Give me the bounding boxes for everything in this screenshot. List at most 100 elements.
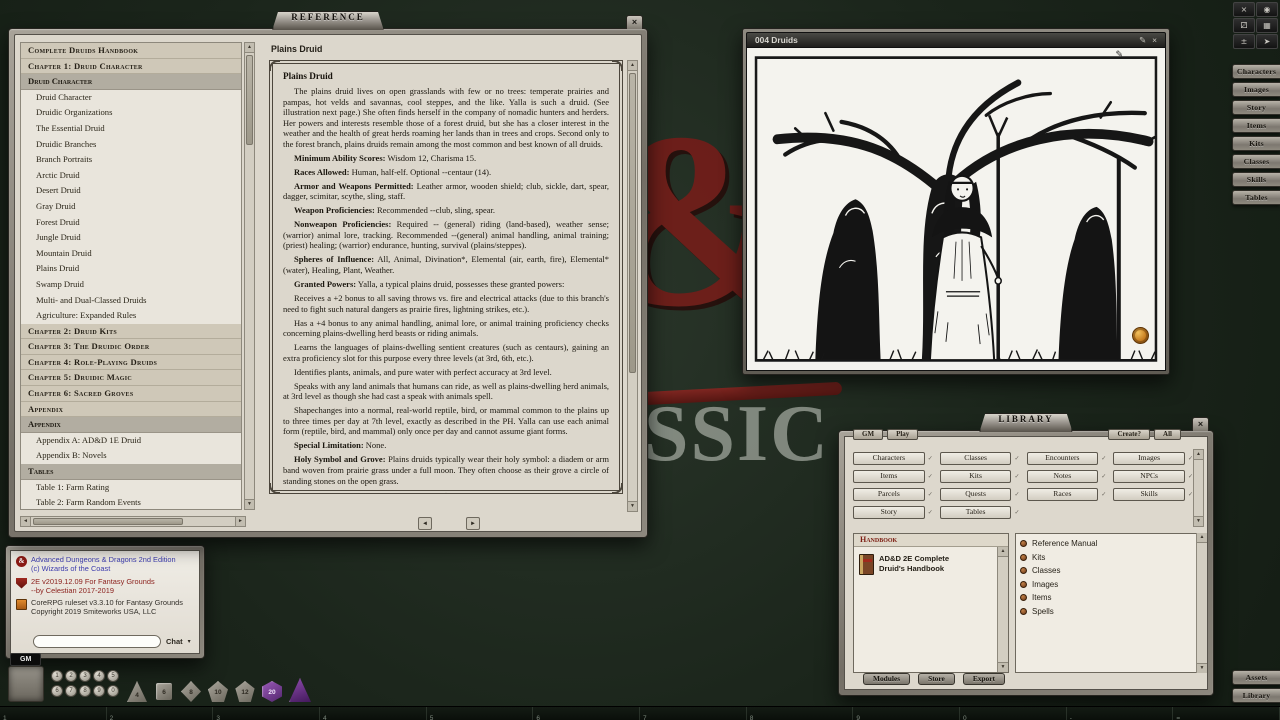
- record-type-button[interactable]: Races: [1027, 488, 1099, 501]
- hotkey-slot[interactable]: 4: [320, 707, 427, 720]
- scroll-up-icon[interactable]: ▲: [1197, 533, 1207, 543]
- nav-horizontal-scrollbar[interactable]: ◄ ►: [20, 516, 246, 527]
- token-coin[interactable]: 7: [65, 685, 77, 697]
- reference-nav-row[interactable]: Appendix B: Novels: [21, 448, 241, 464]
- scroll-up-icon[interactable]: ▲: [245, 43, 254, 53]
- library-chip-button[interactable]: Play: [887, 429, 918, 440]
- pin-icon[interactable]: ✓: [1014, 455, 1019, 462]
- sidebar-tab[interactable]: Tables: [1232, 190, 1280, 205]
- d20-die[interactable]: 20: [262, 681, 282, 702]
- pin-icon[interactable]: ✓: [1014, 509, 1019, 516]
- record-type-button[interactable]: Notes: [1027, 470, 1099, 483]
- scroll-down-icon[interactable]: ▼: [628, 501, 637, 511]
- module-list-scrollbar[interactable]: ▲ ▼: [997, 547, 1008, 672]
- reference-nav-row[interactable]: Chapter 2: Druid Kits: [21, 324, 241, 340]
- chat-mode-label[interactable]: Chat: [166, 637, 183, 646]
- characters-icon[interactable]: ◉: [1256, 2, 1278, 17]
- pin-icon[interactable]: ✓: [1101, 473, 1106, 480]
- reference-nav-row[interactable]: Chapter 5: Druidic Magic: [21, 370, 241, 386]
- scroll-down-icon[interactable]: ▼: [1197, 663, 1207, 673]
- dice-icon[interactable]: ⚂: [1233, 18, 1255, 33]
- pin-icon[interactable]: ✓: [1101, 491, 1106, 498]
- module-category-header[interactable]: Handbook: [854, 534, 1008, 547]
- module-entry[interactable]: AD&D 2E Complete Druid's Handbook: [854, 547, 1008, 582]
- token-coin[interactable]: 2: [65, 670, 77, 682]
- pin-icon[interactable]: ✓: [928, 455, 933, 462]
- scroll-down-icon[interactable]: ▼: [998, 662, 1008, 672]
- reference-nav-row[interactable]: Mountain Druid: [21, 246, 241, 262]
- hotkey-slot[interactable]: 0: [960, 707, 1067, 720]
- reference-nav-row[interactable]: Plains Druid: [21, 261, 241, 277]
- scroll-down-icon[interactable]: ▼: [245, 499, 254, 509]
- record-type-button[interactable]: Kits: [940, 470, 1012, 483]
- reference-nav-row[interactable]: Chapter 4: Role-Playing Druids: [21, 355, 241, 371]
- record-type-button[interactable]: Items: [853, 470, 925, 483]
- next-page-button[interactable]: ►: [466, 517, 480, 530]
- d10-die[interactable]: 10: [208, 681, 228, 702]
- pin-icon[interactable]: ✓: [1101, 455, 1106, 462]
- reference-nav-row[interactable]: Tables: [21, 464, 241, 480]
- hotkey-slot[interactable]: 3: [213, 707, 320, 720]
- contents-scrollbar[interactable]: ▲ ▼: [1196, 533, 1207, 673]
- library-action-button[interactable]: Export: [963, 673, 1005, 685]
- link-anchor-icon[interactable]: [1132, 327, 1149, 344]
- page-scrollbar[interactable]: ▲ ▼: [627, 60, 638, 512]
- dice-tower-icon[interactable]: [289, 678, 311, 702]
- reference-nav-row[interactable]: Swamp Druid: [21, 277, 241, 293]
- library-chip-button[interactable]: Create?: [1108, 429, 1150, 440]
- reference-nav-row[interactable]: Forest Druid: [21, 215, 241, 231]
- library-chip-button[interactable]: GM: [853, 429, 883, 440]
- gm-portrait[interactable]: [8, 666, 44, 702]
- record-type-button[interactable]: Encounters: [1027, 452, 1099, 465]
- reference-nav-row[interactable]: Druidic Organizations: [21, 105, 241, 121]
- token-coin[interactable]: 9: [93, 685, 105, 697]
- reference-nav-row[interactable]: Appendix A: AD&D 1E Druid: [21, 433, 241, 449]
- record-type-button[interactable]: Quests: [940, 488, 1012, 501]
- record-type-button[interactable]: Characters: [853, 452, 925, 465]
- scroll-left-icon[interactable]: ◄: [21, 517, 31, 526]
- token-coin[interactable]: 3: [79, 670, 91, 682]
- modifiers-icon[interactable]: ±: [1233, 34, 1255, 49]
- pin-icon[interactable]: ✓: [928, 473, 933, 480]
- pa6int-brush-icon[interactable]: ✎: [1139, 33, 1146, 47]
- hotkey-slot[interactable]: 7: [640, 707, 747, 720]
- scroll-thumb[interactable]: [246, 55, 253, 145]
- close-window-icon[interactable]: ×: [1233, 2, 1255, 17]
- record-type-button[interactable]: Parcels: [853, 488, 925, 501]
- reference-nav-row[interactable]: Chapter 1: Druid Character: [21, 59, 241, 75]
- record-type-button[interactable]: NPCs: [1113, 470, 1185, 483]
- d8-die[interactable]: 8: [181, 681, 201, 702]
- module-content-link[interactable]: Classes: [1020, 564, 1198, 578]
- pin-icon[interactable]: ✓: [928, 491, 933, 498]
- scroll-thumb[interactable]: [629, 73, 636, 373]
- sidebar-tab[interactable]: Skills: [1232, 172, 1280, 187]
- module-content-link[interactable]: Images: [1020, 578, 1198, 592]
- reference-nav-row[interactable]: Jungle Druid: [21, 230, 241, 246]
- image-window-titlebar[interactable]: 004 Druids ✎ ×: [746, 32, 1166, 48]
- reference-nav-row[interactable]: Appendix: [21, 417, 241, 433]
- reference-nav-row[interactable]: Gray Druid: [21, 199, 241, 215]
- sidebar-tab[interactable]: Items: [1232, 118, 1280, 133]
- nav-scrollbar[interactable]: ▲ ▼: [244, 42, 255, 510]
- sidebar-tab[interactable]: Images: [1232, 82, 1280, 97]
- sidebar-tab[interactable]: Characters: [1232, 64, 1280, 79]
- hotkey-slot[interactable]: 5: [427, 707, 534, 720]
- reference-nav-row[interactable]: Druid Character: [21, 90, 241, 106]
- tokens-icon[interactable]: ▦: [1256, 18, 1278, 33]
- scroll-thumb[interactable]: [33, 518, 183, 525]
- reference-nav-row[interactable]: Complete Druids Handbook: [21, 43, 241, 59]
- record-type-button[interactable]: Skills: [1113, 488, 1185, 501]
- reference-nav-row[interactable]: Druid Character: [21, 74, 241, 90]
- hotkey-slot[interactable]: 2: [107, 707, 214, 720]
- token-coin[interactable]: 6: [51, 685, 63, 697]
- reference-nav-row[interactable]: Arctic Druid: [21, 168, 241, 184]
- scroll-up-icon[interactable]: ▲: [1194, 450, 1203, 460]
- grid-scrollbar[interactable]: ▲ ▼: [1193, 449, 1204, 527]
- image-content[interactable]: ✎: [746, 48, 1166, 371]
- pin-icon[interactable]: ✓: [1014, 473, 1019, 480]
- hotkey-slot[interactable]: =: [1173, 707, 1280, 720]
- hotkey-slot[interactable]: 6: [533, 707, 640, 720]
- record-type-button[interactable]: Images: [1113, 452, 1185, 465]
- sidebar-tab[interactable]: Library: [1232, 688, 1280, 703]
- token-coin[interactable]: 4: [93, 670, 105, 682]
